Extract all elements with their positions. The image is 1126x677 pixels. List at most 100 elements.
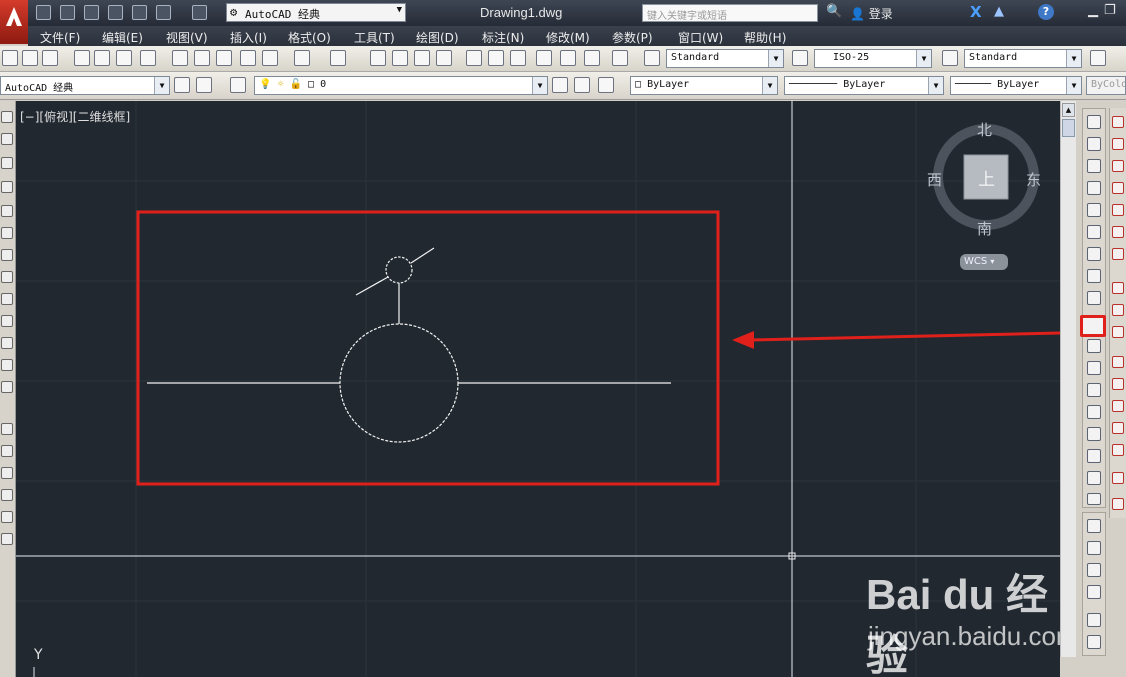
qnew-icon[interactable] [2, 50, 18, 66]
plot-preview-icon[interactable] [94, 50, 110, 66]
chamfer-icon[interactable] [1087, 427, 1101, 441]
multiline-text-icon[interactable] [1, 511, 13, 523]
application-menu-button[interactable] [0, 0, 28, 44]
copy-clip-icon[interactable] [194, 50, 210, 66]
make-block-icon[interactable] [1, 381, 13, 393]
insert-block-icon[interactable] [1, 359, 13, 371]
cut-icon[interactable] [172, 50, 188, 66]
autodesk-360-icon[interactable]: ▲ [994, 4, 1004, 19]
ucs-menu-badge[interactable]: WCS ▾ [960, 254, 1008, 270]
plot-style-combo[interactable]: ByColo [1086, 76, 1126, 95]
pan-icon[interactable] [370, 50, 386, 66]
drawing-canvas[interactable]: [−][俯视][二维线框] 北 南 东 西 上 WCS ▾ Y Bai du 经… [16, 101, 1060, 677]
snap-extension-icon[interactable] [1112, 248, 1124, 260]
viewport-controls[interactable]: [−][俯视][二维线框] [20, 108, 130, 125]
circle-icon[interactable] [1, 249, 13, 261]
array-icon[interactable] [1087, 203, 1101, 217]
scrollbar-thumb[interactable] [1062, 119, 1075, 137]
open-icon[interactable] [22, 50, 38, 66]
construction-line-icon[interactable] [1, 133, 13, 145]
help-icon[interactable]: ? [1038, 4, 1054, 20]
multileader-style-icon[interactable] [1090, 50, 1106, 66]
copy-icon[interactable] [1087, 137, 1101, 151]
line-icon[interactable] [1, 111, 13, 123]
match-properties-icon[interactable] [240, 50, 256, 66]
snap-from-icon[interactable] [1112, 138, 1124, 150]
layer-combo[interactable]: 💡 ☼ 🔓 □ 0 ▼ [254, 76, 548, 95]
text-style-combo[interactable]: Standard ▼ [666, 49, 784, 68]
polygon-icon[interactable] [1, 181, 13, 193]
menu-insert[interactable]: 插入(I) [230, 29, 267, 46]
publish-icon[interactable] [116, 50, 132, 66]
stretch-icon[interactable] [1087, 291, 1101, 305]
layer-state-icon[interactable] [598, 77, 614, 93]
workspace-combo[interactable]: AutoCAD 经典 ▼ [0, 76, 170, 95]
spline-icon[interactable] [1, 293, 13, 305]
extend-icon[interactable] [1087, 339, 1101, 353]
layer-previous-icon[interactable] [574, 77, 590, 93]
temporary-track-icon[interactable] [1112, 116, 1124, 128]
viewcube-top-label[interactable]: 上 [978, 165, 995, 190]
move-icon[interactable] [1087, 225, 1101, 239]
rotate-icon[interactable] [1087, 247, 1101, 261]
tool-palettes-icon[interactable] [510, 50, 526, 66]
snap-nearest-icon[interactable] [1112, 444, 1124, 456]
snap-perpendicular-icon[interactable] [1112, 356, 1124, 368]
open-file-icon[interactable] [60, 5, 75, 20]
menu-window[interactable]: 窗口(W) [678, 29, 723, 46]
save-icon[interactable] [42, 50, 58, 66]
join-icon[interactable] [1087, 405, 1101, 419]
calculator-icon[interactable] [584, 50, 600, 66]
menu-view[interactable]: 视图(V) [166, 29, 208, 46]
mirror-icon[interactable] [1087, 159, 1101, 173]
sheet-set-icon[interactable] [536, 50, 552, 66]
compass-east[interactable]: 东 [1026, 169, 1041, 190]
bring-to-front-icon[interactable] [1087, 519, 1101, 533]
lineweight-combo[interactable]: ────── ByLayer ▼ [950, 76, 1082, 95]
menu-edit[interactable]: 编辑(E) [102, 29, 143, 46]
snap-insert-icon[interactable] [1112, 400, 1124, 412]
revision-cloud-icon[interactable] [1, 271, 13, 283]
ellipse-icon[interactable] [1, 315, 13, 327]
table-style-icon[interactable] [942, 50, 958, 66]
redo-icon[interactable] [192, 5, 207, 20]
erase-icon[interactable] [1087, 115, 1101, 129]
block-editor-icon[interactable] [262, 50, 278, 66]
table-icon[interactable] [1, 489, 13, 501]
zoom-realtime-icon[interactable] [392, 50, 408, 66]
compass-south[interactable]: 南 [977, 218, 992, 239]
exchange-apps-icon[interactable]: X [970, 3, 982, 21]
blend-icon[interactable] [1087, 471, 1101, 485]
break-at-point-icon[interactable] [1087, 361, 1101, 375]
redo-icon[interactable] [330, 50, 346, 66]
break-icon[interactable] [1087, 383, 1101, 397]
text-to-front-icon[interactable] [1087, 613, 1101, 627]
table-style-combo[interactable]: Standard ▼ [964, 49, 1082, 68]
dimension-style-combo[interactable]: ISO-25 ▼ [814, 49, 932, 68]
minimize-icon[interactable]: ▁ [1088, 3, 1098, 18]
snap-none-icon[interactable] [1112, 472, 1124, 484]
scale-icon[interactable] [1087, 269, 1101, 283]
snap-parallel-icon[interactable] [1112, 378, 1124, 390]
dimension-style-icon[interactable] [792, 50, 808, 66]
paste-icon[interactable] [216, 50, 232, 66]
plot-icon[interactable] [74, 50, 90, 66]
menu-draw[interactable]: 绘图(D) [416, 29, 459, 46]
snap-midpoint-icon[interactable] [1112, 182, 1124, 194]
send-under-icon[interactable] [1087, 585, 1101, 599]
help-icon[interactable] [612, 50, 628, 66]
menu-help[interactable]: 帮助(H) [744, 29, 786, 46]
bring-above-icon[interactable] [1087, 563, 1101, 577]
snap-intersection-icon[interactable] [1112, 204, 1124, 216]
undo-icon[interactable] [156, 5, 171, 20]
offset-icon[interactable] [1087, 181, 1101, 195]
explode-icon[interactable] [1087, 493, 1101, 505]
menu-parametric[interactable]: 参数(P) [612, 29, 653, 46]
menu-modify[interactable]: 修改(M) [546, 29, 590, 46]
new-file-icon[interactable] [36, 5, 51, 20]
color-combo[interactable]: □ ByLayer ▼ [630, 76, 778, 95]
menu-dimension[interactable]: 标注(N) [482, 29, 524, 46]
markup-icon[interactable] [560, 50, 576, 66]
linetype-combo[interactable]: ──────── ByLayer ▼ [784, 76, 944, 95]
clean-screen-icon[interactable] [196, 77, 212, 93]
